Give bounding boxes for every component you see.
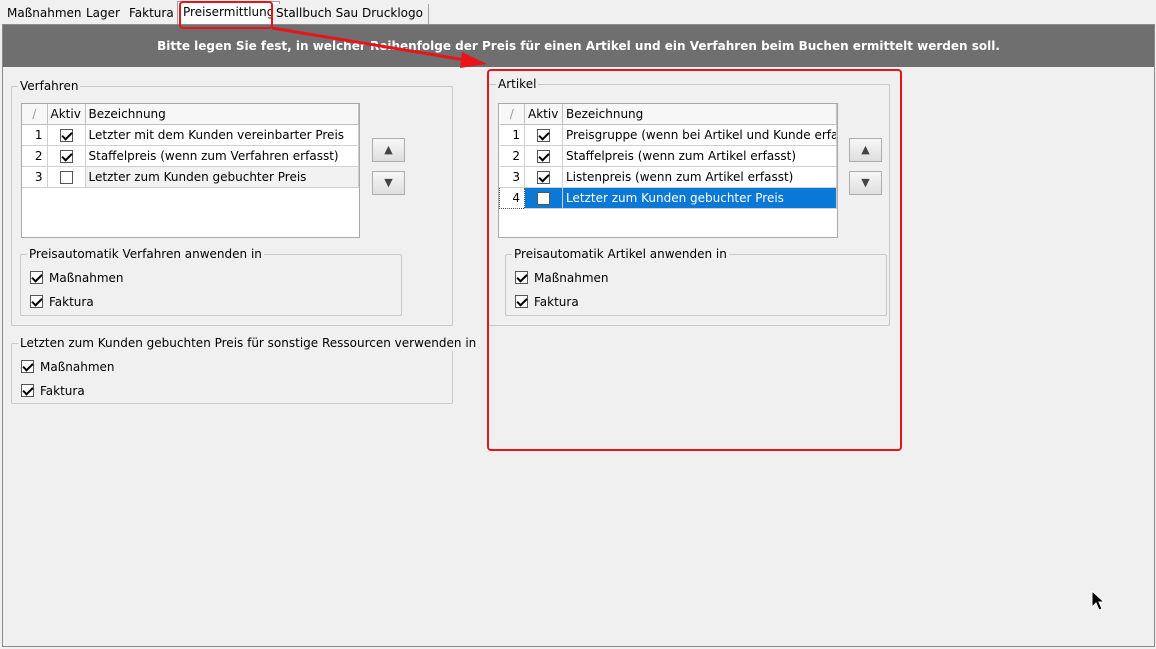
mouse-cursor-icon — [1091, 590, 1105, 611]
annotation-arrow — [271, 26, 487, 68]
